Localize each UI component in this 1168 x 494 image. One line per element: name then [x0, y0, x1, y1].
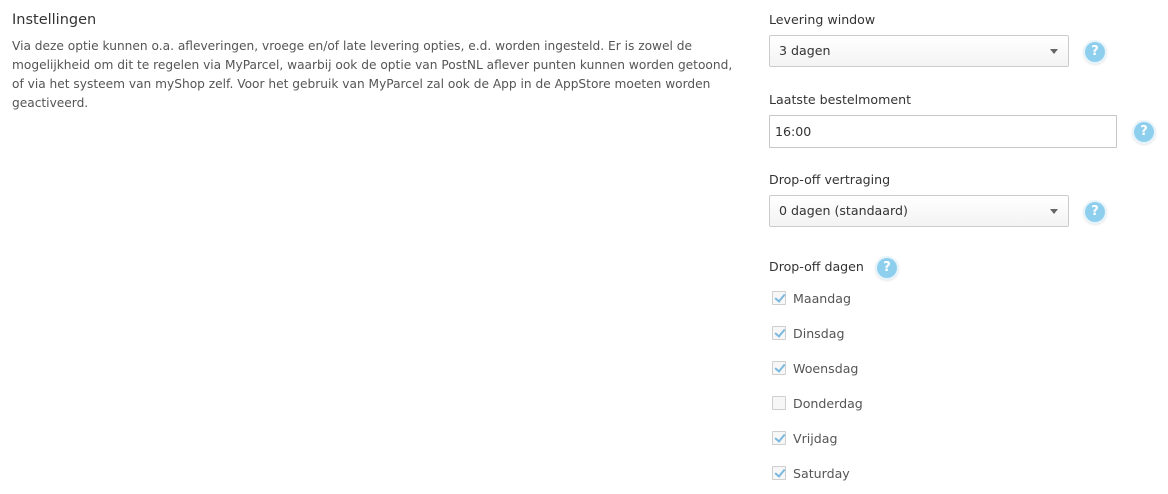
help-icon[interactable]: ?	[1085, 42, 1105, 62]
checkbox-label: Maandag	[793, 290, 851, 306]
dropoff-day-vrijdag: Vrijdag	[772, 429, 838, 447]
intro-section: Instellingen Via deze optie kunnen o.a. …	[12, 10, 742, 113]
delivery-window-value: 3 dagen	[779, 43, 831, 58]
settings-page: Instellingen Via deze optie kunnen o.a. …	[0, 0, 1168, 494]
help-icon[interactable]: ?	[1085, 202, 1105, 222]
dropoff-days-label: Drop-off dagen	[769, 259, 864, 274]
checkbox-woensdag[interactable]	[772, 361, 786, 375]
checkbox-dinsdag[interactable]	[772, 326, 786, 340]
dropoff-delay-select[interactable]: 0 dagen (standaard)	[769, 195, 1069, 227]
last-order-input[interactable]	[769, 115, 1117, 148]
chevron-down-icon	[1050, 49, 1058, 54]
last-order-label: Laatste bestelmoment	[769, 92, 912, 107]
chevron-down-icon	[1050, 209, 1058, 214]
checkbox-label: Dinsdag	[793, 325, 845, 341]
dropoff-delay-value: 0 dagen (standaard)	[779, 203, 908, 218]
dropoff-day-maandag: Maandag	[772, 289, 851, 307]
checkbox-saturday[interactable]	[772, 466, 786, 480]
help-icon[interactable]: ?	[1134, 122, 1154, 142]
dropoff-day-saturday: Saturday	[772, 464, 850, 482]
checkbox-maandag[interactable]	[772, 291, 786, 305]
delivery-window-select[interactable]: 3 dagen	[769, 35, 1069, 67]
checkbox-donderdag[interactable]	[772, 396, 786, 410]
checkbox-vrijdag[interactable]	[772, 431, 786, 445]
checkbox-label: Saturday	[793, 465, 850, 481]
dropoff-delay-label: Drop-off vertraging	[769, 172, 891, 187]
section-title: Instellingen	[12, 12, 97, 28]
checkbox-label: Donderdag	[793, 395, 863, 411]
delivery-window-label: Levering window	[769, 12, 876, 27]
section-description: Via deze optie kunnen o.a. afleveringen,…	[12, 39, 733, 110]
help-icon[interactable]: ?	[877, 258, 897, 278]
dropoff-day-donderdag: Donderdag	[772, 394, 863, 412]
dropoff-day-woensdag: Woensdag	[772, 359, 858, 377]
dropoff-day-dinsdag: Dinsdag	[772, 324, 844, 342]
checkbox-label: Woensdag	[793, 360, 859, 376]
checkbox-label: Vrijdag	[793, 430, 838, 446]
